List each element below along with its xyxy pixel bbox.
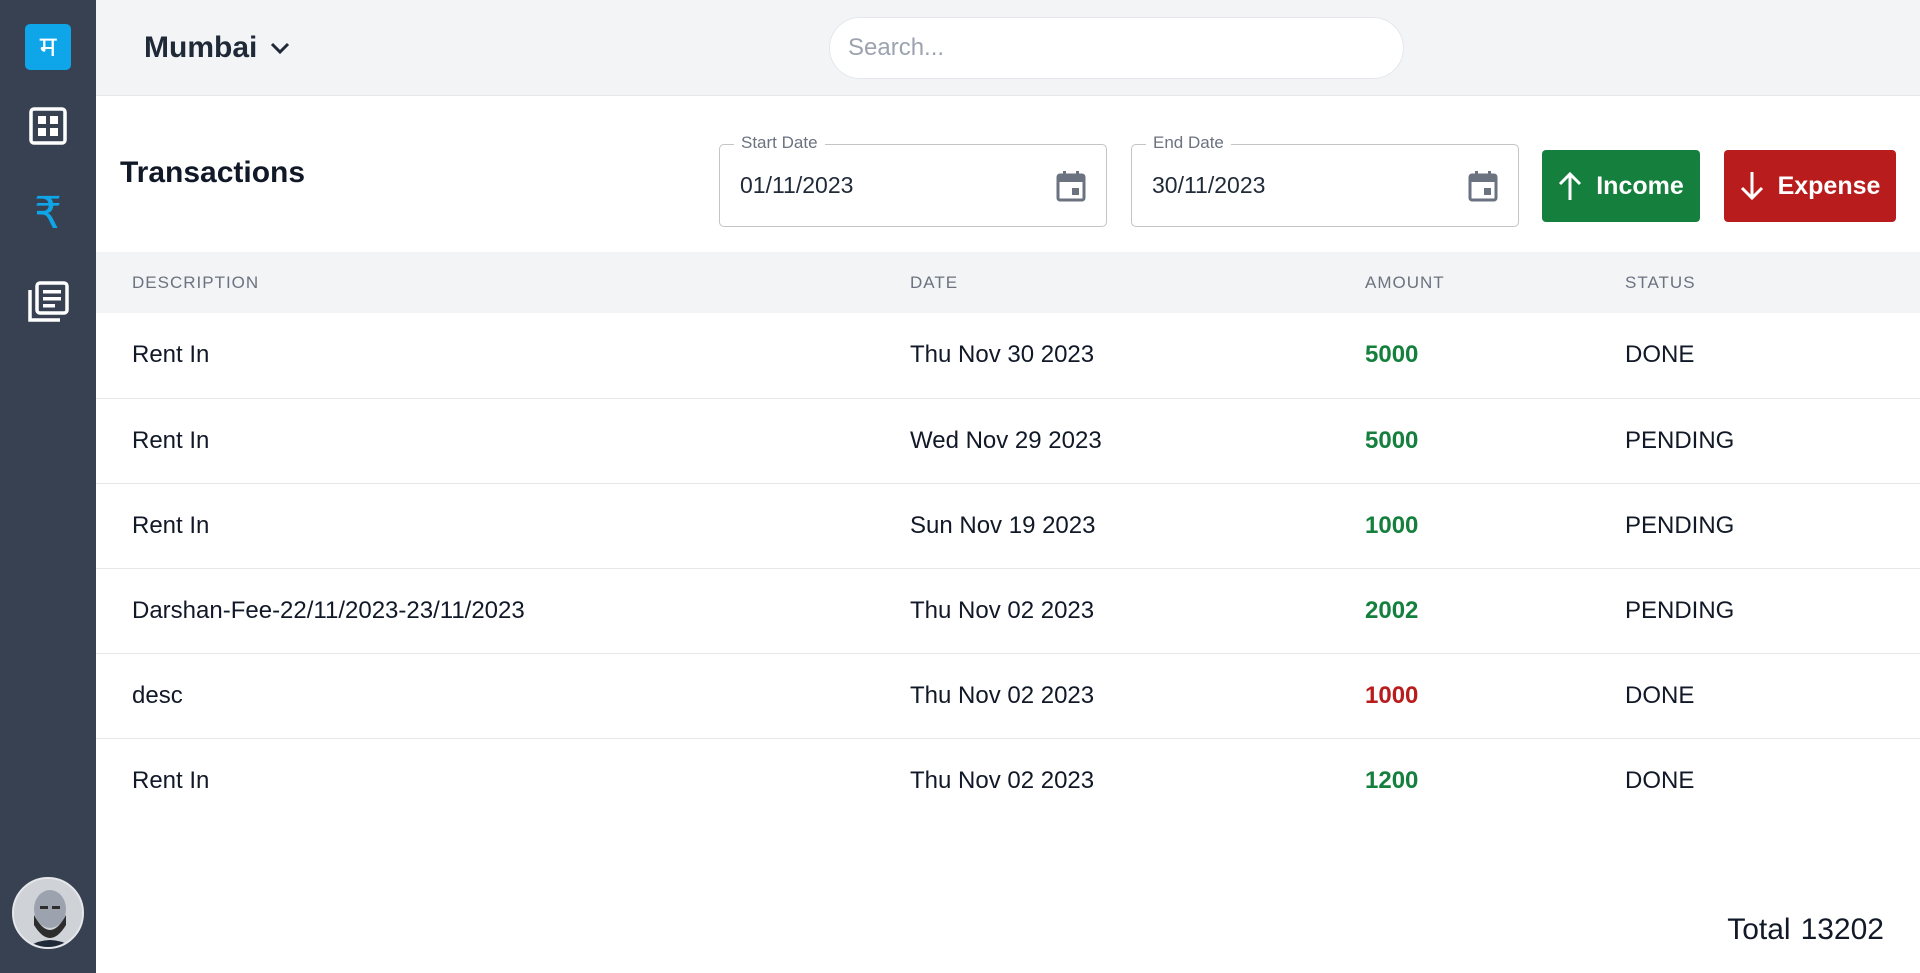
table-row[interactable]: Rent In Wed Nov 29 2023 5000 PENDING [96, 398, 1920, 483]
row-amount: 2002 [1365, 596, 1419, 624]
row-status: DONE [1625, 681, 1695, 709]
table-row[interactable]: Rent In Sun Nov 19 2023 1000 PENDING [96, 483, 1920, 568]
logo-glyph: म [39, 30, 57, 63]
table-body: Rent In Thu Nov 30 2023 5000 DONE Rent I… [96, 313, 1920, 823]
main-content: Mumbai Transactions Start Date 01/11/202… [96, 0, 1920, 973]
row-status: PENDING [1625, 426, 1735, 454]
row-description: desc [132, 681, 183, 709]
top-bar: Mumbai [96, 0, 1920, 96]
column-header-status[interactable]: STATUS [1625, 252, 1920, 313]
row-date: Sun Nov 19 2023 [910, 511, 1096, 539]
end-date-value: 30/11/2023 [1152, 172, 1266, 198]
end-date-field[interactable]: End Date 30/11/2023 [1131, 133, 1519, 227]
row-description: Rent In [132, 511, 210, 539]
sidebar-item-transactions[interactable]: ₹ [0, 170, 96, 258]
row-date: Wed Nov 29 2023 [910, 426, 1102, 454]
arrow-down-icon [1740, 172, 1763, 201]
search-box[interactable] [829, 17, 1404, 79]
row-description: Rent In [132, 341, 210, 369]
row-amount: 5000 [1365, 341, 1419, 369]
calendar-icon[interactable] [1056, 170, 1086, 202]
sidebar-item-dashboard[interactable] [0, 82, 96, 170]
income-button-label: Income [1596, 171, 1684, 200]
expense-button-label: Expense [1777, 171, 1881, 200]
row-date: Thu Nov 30 2023 [910, 341, 1095, 369]
dashboard-icon [29, 107, 67, 145]
row-amount: 1200 [1365, 766, 1419, 794]
row-status: PENDING [1625, 596, 1735, 624]
column-header-amount[interactable]: AMOUNT [1365, 252, 1625, 313]
row-status: PENDING [1625, 511, 1735, 539]
rupee-icon: ₹ [34, 188, 62, 239]
row-status: DONE [1625, 341, 1695, 369]
user-avatar[interactable] [12, 877, 84, 949]
add-income-button[interactable]: Income [1542, 150, 1700, 222]
row-status: DONE [1625, 766, 1695, 794]
row-description: Darshan-Fee-22/11/2023-23/11/2023 [132, 596, 525, 624]
sidebar: म ₹ [0, 0, 96, 973]
row-date: Thu Nov 02 2023 [910, 596, 1095, 624]
table-row[interactable]: Rent In Thu Nov 30 2023 5000 DONE [96, 313, 1920, 398]
transactions-total: Total 13202 [1727, 913, 1884, 947]
start-date-value: 01/11/2023 [740, 172, 854, 198]
location-label: Mumbai [144, 30, 258, 64]
add-expense-button[interactable]: Expense [1724, 150, 1896, 222]
row-description: Rent In [132, 426, 210, 454]
column-header-date[interactable]: DATE [910, 252, 1365, 313]
arrow-up-icon [1559, 171, 1582, 200]
start-date-label: Start Date [734, 133, 825, 153]
row-description: Rent In [132, 766, 210, 794]
column-header-description[interactable]: DESCRIPTION [96, 252, 910, 313]
calendar-icon[interactable] [1468, 170, 1498, 202]
table-header-row: DESCRIPTION DATE AMOUNT STATUS [96, 252, 1920, 313]
row-date: Thu Nov 02 2023 [910, 766, 1095, 794]
total-value: 13202 [1800, 913, 1884, 946]
transactions-toolbar: Transactions Start Date 01/11/2023 End D… [96, 96, 1920, 252]
sidebar-item-documents[interactable] [0, 258, 96, 346]
page-title: Transactions [120, 156, 306, 189]
row-amount: 1000 [1365, 681, 1419, 709]
row-date: Thu Nov 02 2023 [910, 681, 1095, 709]
table-row[interactable]: desc Thu Nov 02 2023 1000 DONE [96, 653, 1920, 738]
table-row[interactable]: Rent In Thu Nov 02 2023 1200 DONE [96, 738, 1920, 823]
transactions-table: DESCRIPTION DATE AMOUNT STATUS Rent In T… [96, 252, 1920, 823]
location-selector[interactable]: Mumbai [144, 31, 291, 65]
total-label: Total [1727, 913, 1791, 946]
avatar-icon [14, 879, 82, 947]
documents-icon [28, 281, 69, 322]
row-amount: 5000 [1365, 426, 1419, 454]
search-input[interactable] [848, 34, 1385, 62]
row-amount: 1000 [1365, 511, 1419, 539]
end-date-label: End Date [1146, 133, 1231, 153]
table-header: DESCRIPTION DATE AMOUNT STATUS [96, 252, 1920, 313]
chevron-down-icon [271, 42, 290, 54]
app-logo[interactable]: म [25, 24, 71, 70]
start-date-field[interactable]: Start Date 01/11/2023 [719, 133, 1107, 227]
table-row[interactable]: Darshan-Fee-22/11/2023-23/11/2023 Thu No… [96, 568, 1920, 653]
app: म ₹ Mumbai Search... Transactions Start … [0, 0, 1920, 973]
